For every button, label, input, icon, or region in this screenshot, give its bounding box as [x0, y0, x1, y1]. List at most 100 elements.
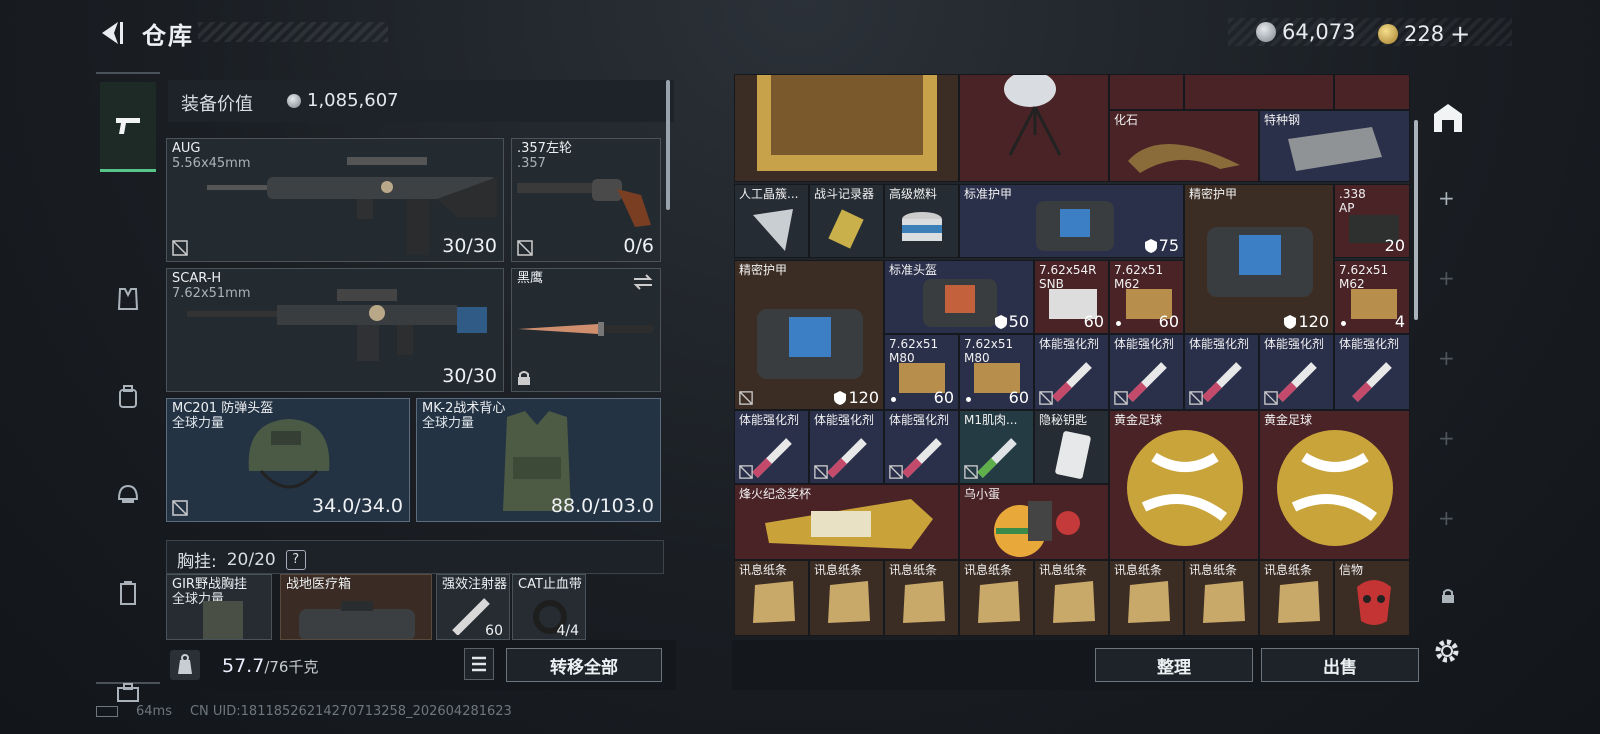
no-insurance-icon [1264, 391, 1278, 405]
grid-item-golden-football[interactable]: 黄金足球 [1109, 410, 1259, 560]
sort-button[interactable]: 整理 [1095, 648, 1253, 682]
grid-item-stim-1[interactable]: 体能强化剂 [1034, 334, 1109, 410]
vest-item-medkit[interactable]: 战地医疗箱 [280, 574, 432, 640]
silver-coin-icon [1256, 22, 1276, 42]
helmet-icon [117, 484, 139, 503]
gold-coin-icon [1378, 24, 1398, 44]
grid-item-precision-armor-2[interactable]: 精密护甲 120 [734, 260, 884, 410]
nav-weapons[interactable] [100, 82, 156, 172]
knife-image [518, 322, 654, 336]
grid-item-note-6[interactable]: 讯息纸条 [1109, 560, 1184, 636]
grid-item-precision-armor[interactable]: 精密护甲 120 [1184, 184, 1334, 334]
steel-bar-image [1288, 127, 1382, 171]
left-scrollbar[interactable] [666, 80, 670, 210]
equipment-value: 1,085,607 [287, 90, 399, 111]
primary-weapon-slot-1[interactable]: AUG 5.56x45mm 30/30 [166, 138, 504, 262]
grid-item-secret-key[interactable]: 隐秘钥匙 [1034, 410, 1109, 484]
nav-backpack[interactable] [100, 352, 156, 442]
settings-gear-icon[interactable] [1432, 636, 1462, 666]
grid-item-stim-8[interactable]: 体能强化剂 [884, 410, 959, 484]
grid-item-note-1[interactable]: 讯息纸条 [734, 560, 809, 636]
no-insurance-icon [889, 465, 903, 479]
chest-rig-image [203, 601, 243, 639]
grid-item-stim-3[interactable]: 体能强化剂 [1184, 334, 1259, 410]
grid-item-stim-5[interactable]: 体能强化剂 [1334, 334, 1410, 410]
canister-icon [120, 581, 136, 605]
storage-scrollbar[interactable] [1414, 120, 1418, 320]
grid-item-762x51-m62-ammo[interactable]: 7.62x51 M62 60 [1109, 260, 1184, 334]
grid-item-762x51-m62-ammo-2[interactable]: 7.62x51 M62 4 [1334, 260, 1410, 334]
list-view-button[interactable] [464, 648, 494, 680]
grid-item-standard-armor[interactable]: 标准护甲 75 [959, 184, 1184, 258]
revolver-image [517, 179, 651, 227]
grid-item-token[interactable]: 信物 [1334, 560, 1410, 636]
grid-item-stim-7[interactable]: 体能强化剂 [809, 410, 884, 484]
page-title: 仓库 [142, 22, 194, 50]
nav-consumables[interactable] [100, 548, 156, 638]
fossil-image [1128, 143, 1240, 173]
vest-item-injector[interactable]: 强效注射器 60 [436, 574, 510, 640]
grid-item-m1-muscle[interactable]: M1肌肉... [959, 410, 1034, 484]
add-currency-button[interactable]: + [1450, 20, 1470, 48]
vest-item-tourniquet[interactable]: CAT止血带 4/4 [512, 574, 586, 640]
storage-grid[interactable]: 化石 特种钢 人工晶簇... 战斗记录器 高级燃料 标准护甲 75 精密护甲 1… [734, 74, 1410, 636]
grid-item-combat-recorder[interactable]: 战斗记录器 [809, 184, 884, 258]
helmet-slot[interactable]: MC201 防弹头盔 全球力量 34.0/34.0 [166, 398, 410, 522]
grid-item-762x54r-ammo[interactable]: 7.62x54R SNB 60 [1034, 260, 1109, 334]
grid-item-special-steel[interactable]: 特种钢 [1259, 110, 1410, 182]
sell-button[interactable]: 出售 [1261, 648, 1419, 682]
help-button[interactable]: ? [285, 549, 306, 570]
grid-item-artifact[interactable] [1184, 74, 1334, 110]
grid-item-trophy[interactable]: 烽火纪念奖杯 [734, 484, 959, 560]
grid-item-762x51-m80-ammo[interactable]: 7.62x51 M80 60 [884, 334, 959, 410]
grid-item-stim-4[interactable]: 体能强化剂 [1259, 334, 1334, 410]
gold-currency[interactable]: 228 + [1378, 20, 1470, 48]
back-arrow-icon[interactable] [96, 18, 126, 48]
grid-item-note-3[interactable]: 讯息纸条 [884, 560, 959, 636]
grid-item-762x51-m80-ammo-2[interactable]: 7.62x51 M80 60 [959, 334, 1034, 410]
gold-amount: 228 [1404, 22, 1445, 46]
nav-helmet[interactable] [100, 450, 156, 540]
no-insurance-icon [172, 240, 188, 256]
body-armor-slot[interactable]: MK-2战术背心 全球力量 88.0/103.0 [416, 398, 661, 522]
grid-item-stim-2[interactable]: 体能强化剂 [1109, 334, 1184, 410]
grid-item-premium-fuel[interactable]: 高级燃料 [884, 184, 959, 258]
armor-shield-icon [1144, 238, 1157, 253]
battery-icon [96, 706, 118, 717]
grid-item-golden-football-2[interactable]: 黄金足球 [1259, 410, 1410, 560]
grid-item-fossil[interactable]: 化石 [1109, 110, 1259, 182]
grid-item-note-8[interactable]: 讯息纸条 [1259, 560, 1334, 636]
warehouse-icon[interactable] [1430, 100, 1466, 136]
silver-amount: 64,073 [1282, 20, 1356, 44]
grid-item-satellite-dish[interactable] [959, 74, 1109, 182]
no-insurance-icon [517, 240, 533, 256]
grid-item-note-4[interactable]: 讯息纸条 [959, 560, 1034, 636]
chest-rig-slot[interactable]: GIR野战胸挂 全球力量 [166, 574, 272, 640]
nav-armor[interactable] [100, 254, 156, 344]
grid-item-ore[interactable] [1109, 74, 1184, 110]
grid-item-338-ap-ammo[interactable]: .338 AP 20 [1334, 184, 1410, 258]
lock-icon [1442, 589, 1454, 603]
swap-icon[interactable] [632, 273, 654, 291]
sidearm-slot[interactable]: .357左轮 .357 0/6 [511, 138, 661, 262]
add-page-button[interactable]: + [1438, 186, 1455, 210]
melee-slot[interactable]: 黑鹰 [511, 268, 661, 392]
weight-icon [170, 650, 200, 680]
grid-item-note-7[interactable]: 讯息纸条 [1184, 560, 1259, 636]
grid-item-duck-egg[interactable]: 乌小蛋 [959, 484, 1109, 560]
grid-item-crystal[interactable]: 人工晶簇... [734, 184, 809, 258]
no-insurance-icon [739, 465, 753, 479]
list-icon [472, 656, 486, 672]
transfer-all-button[interactable]: 转移全部 [506, 648, 662, 682]
title-decoration [198, 22, 388, 42]
helmet-image [248, 419, 330, 489]
grid-item-stim-6[interactable]: 体能强化剂 [734, 410, 809, 484]
no-insurance-icon [964, 465, 978, 479]
primary-weapon-slot-2[interactable]: SCAR-H 7.62x51mm 30/30 [166, 268, 504, 392]
grid-item-note-5[interactable]: 讯息纸条 [1034, 560, 1109, 636]
nav-toolbox[interactable] [100, 648, 156, 734]
grid-item-painting[interactable] [734, 74, 959, 182]
grid-item-note-2[interactable]: 讯息纸条 [809, 560, 884, 636]
grid-item-ore-2[interactable] [1334, 74, 1410, 110]
grid-item-standard-helmet[interactable]: 标准头盔 50 [884, 260, 1034, 334]
